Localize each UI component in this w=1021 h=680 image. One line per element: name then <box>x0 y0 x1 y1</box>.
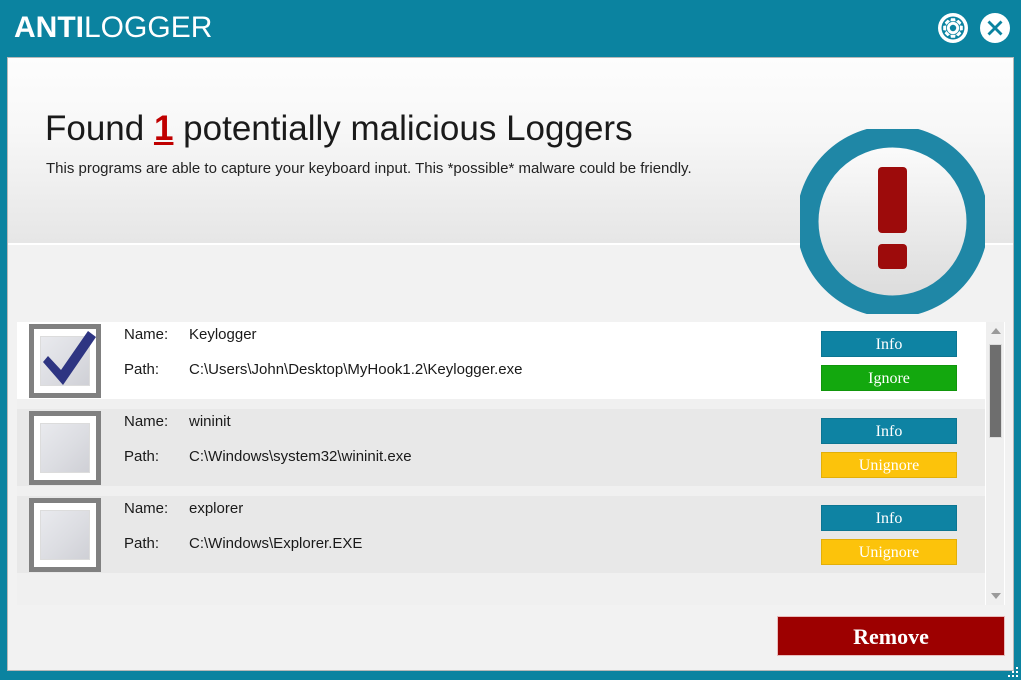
row-checkbox[interactable] <box>29 497 101 572</box>
name-label: Name: <box>124 499 169 517</box>
unignore-button[interactable]: Unignore <box>821 538 957 565</box>
row-path-line: Path: C:\Users\John\Desktop\MyHook1.2\Ke… <box>124 361 821 396</box>
path-label: Path: <box>124 534 160 552</box>
scrollbar-thumb[interactable] <box>989 344 1002 438</box>
row-name-line: Name: explorer <box>124 500 821 535</box>
unignore-button[interactable]: Unignore <box>821 451 957 478</box>
row-name-line: Name: wininit <box>124 413 821 448</box>
logo-logger: LOGGER <box>84 11 213 44</box>
table-row[interactable]: Name: Keylogger Path: C:\Users\John\Desk… <box>17 322 985 409</box>
remove-button[interactable]: Remove <box>777 616 1005 656</box>
footer-bar: Remove <box>8 605 1013 670</box>
app-window: ANTILOGGER Found 1 potentially malicious… <box>0 0 1021 680</box>
row-fields: Name: wininit Path: C:\Windows\system32\… <box>124 413 821 483</box>
found-count: 1 <box>153 109 174 148</box>
close-icon[interactable] <box>979 12 1011 44</box>
table-row[interactable]: Name: wininit Path: C:\Windows\system32\… <box>17 409 985 496</box>
row-checkbox[interactable] <box>29 410 101 485</box>
title-bar: ANTILOGGER <box>0 0 1021 57</box>
chevron-down-icon <box>991 593 1001 599</box>
row-actions: Info Ignore <box>821 330 971 391</box>
row-name-value: Keylogger <box>189 325 257 343</box>
row-fields: Name: explorer Path: C:\Windows\Explorer… <box>124 500 821 570</box>
page-subtitle: This programs are able to capture your k… <box>46 160 692 177</box>
row-path-line: Path: C:\Windows\system32\wininit.exe <box>124 448 821 483</box>
logo-anti: ANTI <box>14 11 84 44</box>
row-name-line: Name: Keylogger <box>124 326 821 361</box>
info-button[interactable]: Info <box>821 504 957 531</box>
results-list: Name: Keylogger Path: C:\Users\John\Desk… <box>17 322 1005 605</box>
scroll-down-button[interactable] <box>986 587 1005 605</box>
list-scrollbar[interactable] <box>985 322 1004 605</box>
row-path-value: C:\Windows\system32\wininit.exe <box>189 447 412 465</box>
chevron-up-icon <box>991 328 1001 334</box>
row-fields: Name: Keylogger Path: C:\Users\John\Desk… <box>124 326 821 396</box>
title-bar-buttons <box>937 12 1011 44</box>
title-suffix: potentially malicious Loggers <box>173 109 633 148</box>
row-actions: Info Unignore <box>821 417 971 478</box>
row-name-value: explorer <box>189 499 244 517</box>
app-logo: ANTILOGGER <box>14 11 212 45</box>
page-title: Found 1 potentially malicious Loggers <box>45 109 633 149</box>
row-actions: Info Unignore <box>821 504 971 565</box>
row-checkbox[interactable] <box>29 323 101 398</box>
checkbox-inner <box>40 422 90 473</box>
name-label: Name: <box>124 412 169 430</box>
exclamation-circle-icon <box>800 129 985 314</box>
path-label: Path: <box>124 447 160 465</box>
row-path-line: Path: C:\Windows\Explorer.EXE <box>124 535 821 570</box>
title-prefix: Found <box>45 109 154 148</box>
path-label: Path: <box>124 360 160 378</box>
row-path-value: C:\Users\John\Desktop\MyHook1.2\Keylogge… <box>189 360 523 378</box>
results-list-viewport: Name: Keylogger Path: C:\Users\John\Desk… <box>17 322 985 605</box>
hero-banner: Found 1 potentially malicious Loggers Th… <box>8 58 1013 314</box>
table-row[interactable]: Name: explorer Path: C:\Windows\Explorer… <box>17 496 985 583</box>
checkbox-inner <box>40 335 90 386</box>
gear-icon[interactable] <box>937 12 969 44</box>
info-button[interactable]: Info <box>821 417 957 444</box>
name-label: Name: <box>124 325 169 343</box>
info-button[interactable]: Info <box>821 330 957 357</box>
resize-grip-icon[interactable] <box>1004 663 1018 677</box>
row-path-value: C:\Windows\Explorer.EXE <box>189 534 363 552</box>
row-name-value: wininit <box>189 412 231 430</box>
window-body: Found 1 potentially malicious Loggers Th… <box>7 57 1014 671</box>
scroll-up-button[interactable] <box>986 322 1005 340</box>
checkbox-inner <box>40 509 90 560</box>
ignore-button[interactable]: Ignore <box>821 364 957 391</box>
